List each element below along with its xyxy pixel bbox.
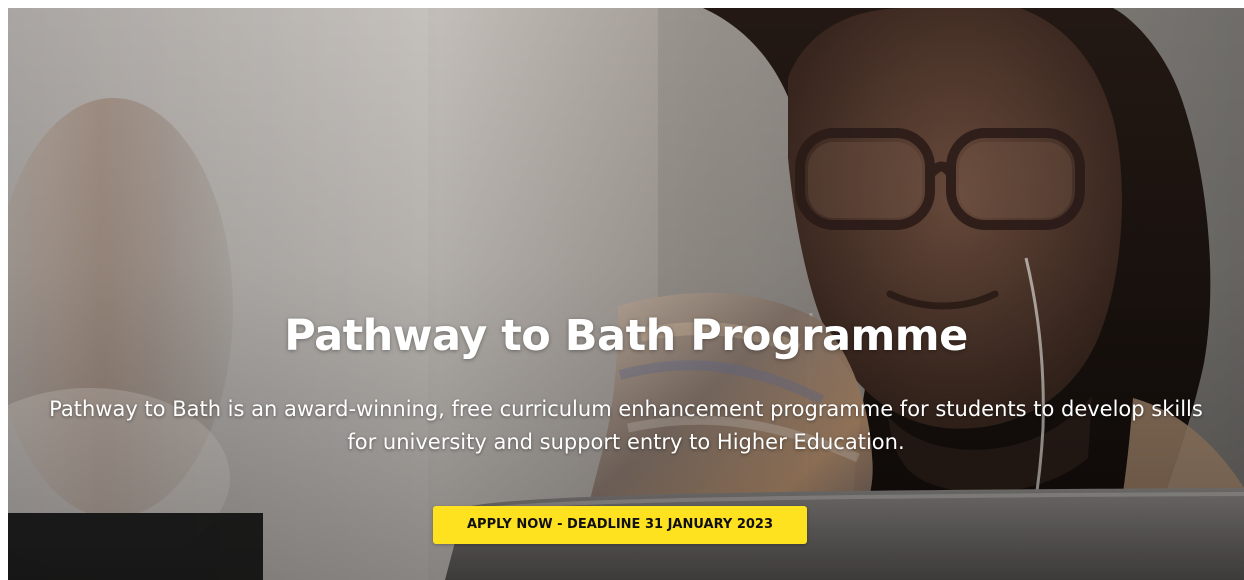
apply-now-button[interactable]: APPLY NOW - DEADLINE 31 JANUARY 2023 [433, 506, 807, 544]
hero-content: Pathway to Bath Programme Pathway to Bat… [8, 8, 1244, 580]
hero-banner: Pathway to Bath Programme Pathway to Bat… [8, 8, 1244, 580]
hero-title: Pathway to Bath Programme [284, 311, 968, 361]
hero-description: Pathway to Bath is an award-winning, fre… [49, 397, 1203, 454]
